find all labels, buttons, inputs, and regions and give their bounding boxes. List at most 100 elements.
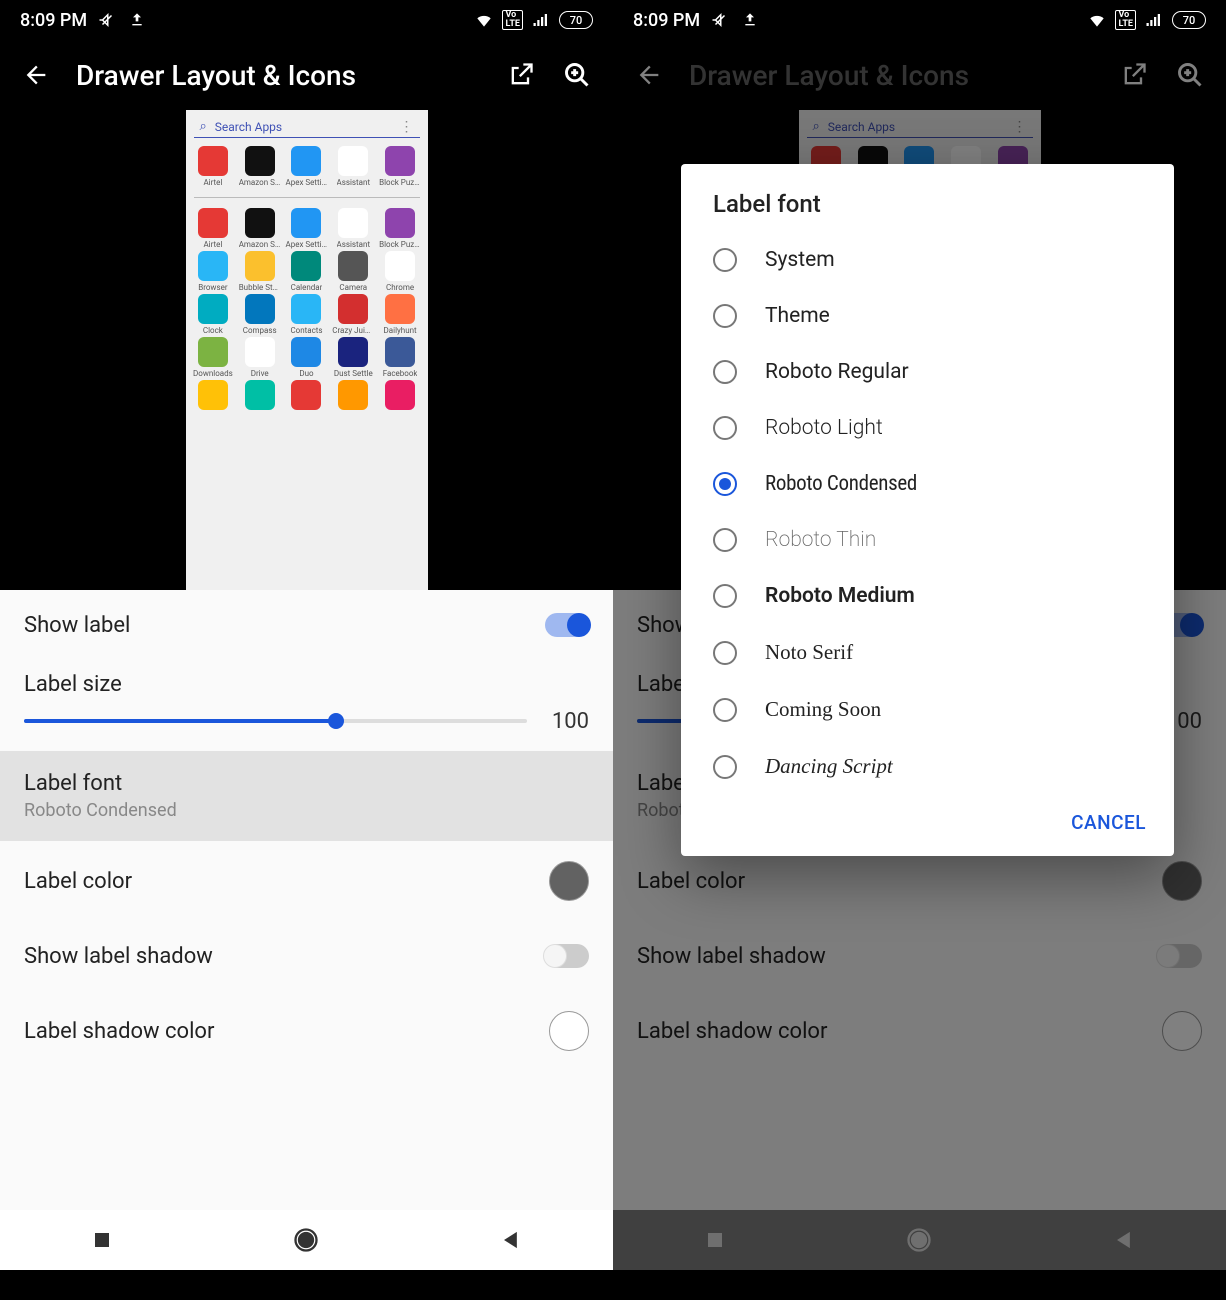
nav-back[interactable]	[497, 1226, 525, 1254]
font-option[interactable]: Roboto Medium	[681, 568, 1174, 624]
dialog-title: Label font	[681, 190, 1174, 232]
nav-recent[interactable]	[701, 1226, 729, 1254]
share-icon	[1118, 59, 1150, 91]
app-label: Airtel	[203, 240, 222, 249]
shadow-color-label: Label shadow color	[24, 1019, 214, 1044]
upload-icon	[127, 10, 147, 30]
app-icon	[338, 208, 368, 238]
font-option[interactable]: Roboto Thin	[681, 512, 1174, 568]
font-option[interactable]: Roboto Condensed	[681, 456, 1174, 512]
share-icon[interactable]	[505, 59, 537, 91]
radio-icon	[713, 698, 737, 722]
app-item: Block Puzzl..	[377, 208, 424, 249]
app-item: Assistant	[330, 208, 377, 249]
battery-icon: 70	[1172, 11, 1206, 29]
app-icon	[291, 294, 321, 324]
app-bar: Drawer Layout & Icons	[613, 40, 1226, 110]
app-icon	[198, 208, 228, 238]
font-option-label: Roboto Thin	[765, 528, 876, 552]
settings-panel: Show label Label size 100 Label font Rob…	[0, 590, 613, 1270]
shadow-color-row[interactable]: Label shadow color	[0, 991, 613, 1071]
app-icon	[245, 146, 275, 176]
font-option[interactable]: System	[681, 232, 1174, 288]
app-icon	[385, 294, 415, 324]
label-size-slider[interactable]	[24, 719, 527, 723]
app-item: Duo	[283, 337, 330, 378]
app-icon	[385, 337, 415, 367]
mute-icon	[710, 10, 730, 30]
zoom-icon[interactable]	[561, 59, 593, 91]
app-icon	[291, 146, 321, 176]
show-shadow-toggle[interactable]	[545, 944, 589, 968]
preview-card: ⌕ Search Apps ⋮ Airtel Amazon Sh.. Apex Se…	[186, 110, 428, 590]
app-label: Assistant	[337, 178, 371, 187]
signal-icon	[1144, 10, 1164, 30]
app-label: Camera	[339, 283, 367, 292]
app-item: Drive	[236, 337, 283, 378]
app-icon	[245, 251, 275, 281]
app-icon	[338, 337, 368, 367]
show-shadow-label: Show label shadow	[24, 944, 213, 969]
radio-icon	[713, 416, 737, 440]
app-icon	[198, 294, 228, 324]
label-font-row[interactable]: Label font Roboto Condensed	[0, 751, 613, 841]
radio-icon	[713, 304, 737, 328]
app-icon	[291, 208, 321, 238]
app-label: Amazon Sh..	[239, 178, 281, 187]
app-item: Bubble Story	[236, 251, 283, 292]
show-label-row[interactable]: Show label	[0, 590, 613, 660]
app-item: Camera	[330, 251, 377, 292]
status-time: 8:09 PM	[633, 10, 700, 31]
app-icon	[338, 294, 368, 324]
font-option[interactable]: Theme	[681, 288, 1174, 344]
cancel-button[interactable]: CANCEL	[1071, 811, 1146, 834]
nav-bar	[0, 1210, 613, 1270]
font-option[interactable]: Coming Soon	[681, 681, 1174, 738]
font-option[interactable]: Roboto Regular	[681, 344, 1174, 400]
label-font-value: Roboto Condensed	[24, 800, 177, 821]
app-label: Clock	[203, 326, 223, 335]
show-label-toggle[interactable]	[545, 613, 589, 637]
label-color-label: Label color	[24, 869, 132, 894]
nav-home[interactable]	[905, 1226, 933, 1254]
more-icon: ⋮	[400, 119, 414, 135]
app-item: Facebook	[377, 337, 424, 378]
label-color-row[interactable]: Label color	[0, 841, 613, 921]
app-item: Block Puzzl..	[377, 146, 424, 187]
nav-home[interactable]	[292, 1226, 320, 1254]
nav-back[interactable]	[1110, 1226, 1138, 1254]
app-icon	[198, 146, 228, 176]
app-item: Browser	[190, 251, 237, 292]
mute-icon	[97, 10, 117, 30]
app-item: Downloads	[190, 337, 237, 378]
search-icon: ⌕	[200, 119, 207, 134]
font-option[interactable]: Roboto Light	[681, 400, 1174, 456]
wifi-icon	[474, 10, 494, 30]
label-font-dialog: Label font SystemThemeRoboto RegularRobo…	[681, 164, 1174, 856]
wifi-icon	[1087, 10, 1107, 30]
search-row: ⌕ Search Apps ⋮	[194, 116, 420, 138]
radio-icon	[713, 528, 737, 552]
app-item: Clock	[190, 294, 237, 335]
app-label: Assistant	[337, 240, 371, 249]
label-color-swatch[interactable]	[549, 861, 589, 901]
zoom-icon	[1174, 59, 1206, 91]
label-size-label: Label size	[24, 672, 589, 697]
app-label: Apex Settin..	[285, 240, 327, 249]
font-option[interactable]: Noto Serif	[681, 624, 1174, 681]
font-option-label: Dancing Script	[765, 754, 893, 779]
app-item: Dailyhunt	[377, 294, 424, 335]
shadow-color-swatch[interactable]	[549, 1011, 589, 1051]
nav-recent[interactable]	[88, 1226, 116, 1254]
back-button[interactable]	[20, 59, 52, 91]
app-item: Assistant	[330, 146, 377, 187]
app-icon	[198, 337, 228, 367]
app-label: Browser	[198, 283, 227, 292]
radio-icon	[713, 248, 737, 272]
app-item: Contacts	[283, 294, 330, 335]
show-shadow-row[interactable]: Show label shadow	[0, 921, 613, 991]
font-option-label: Noto Serif	[765, 640, 853, 665]
app-label: Airtel	[203, 178, 222, 187]
app-label: Block Puzzl..	[379, 240, 421, 249]
font-option[interactable]: Dancing Script	[681, 738, 1174, 795]
